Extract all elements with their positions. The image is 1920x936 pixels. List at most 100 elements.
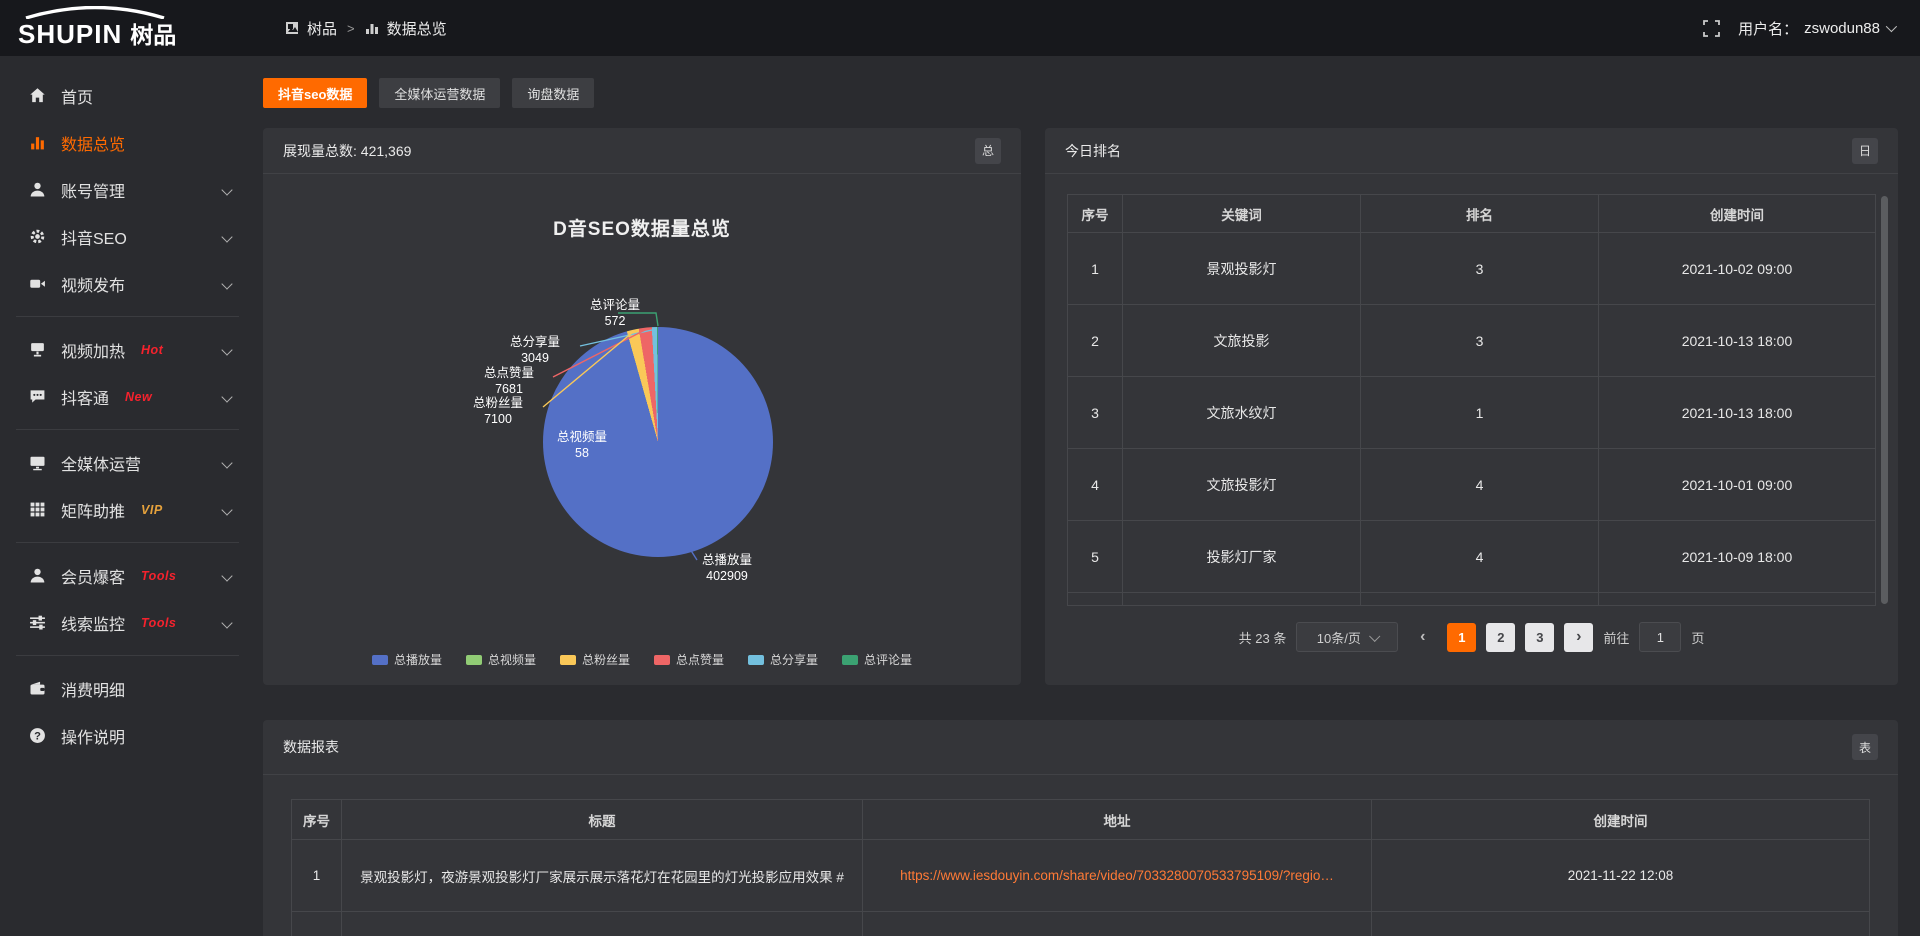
total-mode-button[interactable]: 总 — [975, 138, 1001, 164]
wallet-icon — [28, 680, 46, 698]
new-tag: New — [125, 390, 152, 404]
pagination-total: 共 23 条 — [1239, 628, 1287, 647]
user-menu[interactable]: 用户名： zswodun88 — [1738, 18, 1894, 39]
page-button-3[interactable]: 3 — [1525, 623, 1554, 652]
sidebar-item-home[interactable]: 首页 — [0, 72, 255, 119]
sidebar-item-label: 矩阵助推 — [61, 498, 125, 522]
sidebar-item-lead-monitor[interactable]: 线索监控 Tools — [0, 599, 255, 646]
table-scrollbar[interactable] — [1881, 196, 1888, 604]
page-button-2[interactable]: 2 — [1486, 623, 1515, 652]
legend-label: 总粉丝量 — [582, 651, 630, 668]
pie-label-videos: 总视频量58 — [540, 429, 624, 461]
pie-label-comments: 总评论量572 — [573, 297, 657, 329]
day-mode-button[interactable]: 日 — [1852, 138, 1878, 164]
report-title: 数据报表 — [283, 737, 339, 757]
tab-douyin-seo-data[interactable]: 抖音seo数据 — [263, 78, 367, 108]
table-mode-button[interactable]: 表 — [1852, 734, 1878, 760]
legend-swatch — [466, 655, 482, 665]
pagination: 共 23 条 10条/页 ‹ 1 2 3 › 前往 页 — [1045, 622, 1898, 652]
hot-tag: Hot — [141, 343, 163, 357]
vip-tag: VIP — [141, 503, 163, 517]
report-table: 序号 标题 地址 创建时间 1 景观投影灯，夜游景观投影灯厂家展示展示落花灯在花… — [291, 799, 1870, 936]
next-page-button[interactable]: › — [1564, 623, 1593, 652]
chart-card-header: 展现量总数: 421,369 总 — [263, 128, 1021, 174]
data-report-card: 数据报表 表 序号 标题 地址 创建时间 — [263, 720, 1898, 936]
breadcrumb-root-icon — [285, 21, 299, 35]
sliders-icon — [28, 614, 46, 632]
breadcrumb-root[interactable]: 树品 — [307, 18, 337, 39]
ranking-title: 今日排名 — [1065, 141, 1121, 161]
table-row: 3文旅水纹灯12021-10-13 18:00 — [1068, 377, 1876, 449]
sidebar-item-douyin-seo[interactable]: 抖音SEO — [0, 213, 255, 260]
prev-page-button[interactable]: ‹ — [1408, 623, 1437, 652]
table-row: 2文旅投影32021-10-13 18:00 — [1068, 305, 1876, 377]
legend-label: 总播放量 — [394, 651, 442, 668]
sidebar-item-media-operation[interactable]: 全媒体运营 — [0, 439, 255, 486]
help-icon: ? — [28, 727, 46, 745]
chevron-down-icon — [221, 457, 232, 468]
report-card-header: 数据报表 表 — [263, 720, 1898, 775]
table-header-row: 序号 关键词 排名 创建时间 — [1068, 195, 1876, 233]
table-row: 5投影灯厂家42021-10-09 18:00 — [1068, 521, 1876, 593]
table-row: 1景观投影灯32021-10-02 09:00 — [1068, 233, 1876, 305]
chevron-down-icon — [221, 570, 232, 581]
breadcrumb: 树品 > 数据总览 — [285, 18, 447, 39]
legend-item[interactable]: 总粉丝量 — [560, 651, 630, 668]
goto-page-input[interactable] — [1639, 622, 1681, 652]
sidebar-item-consumption-detail[interactable]: 消费明细 — [0, 665, 255, 712]
sidebar-item-video-heat[interactable]: 视频加热 Hot — [0, 326, 255, 373]
col-created: 创建时间 — [1599, 195, 1876, 233]
legend-item[interactable]: 总评论量 — [842, 651, 912, 668]
chevron-down-icon — [221, 504, 232, 515]
chevron-down-icon — [221, 617, 232, 628]
username: zswodun88 — [1804, 20, 1880, 37]
legend-swatch — [560, 655, 576, 665]
sidebar-item-account[interactable]: 账号管理 — [0, 166, 255, 213]
goto-suffix: 页 — [1691, 628, 1704, 647]
breadcrumb-current[interactable]: 数据总览 — [387, 18, 447, 39]
sidebar-item-label: 操作说明 — [61, 724, 125, 748]
chevron-down-icon — [1369, 631, 1380, 642]
sidebar-item-label: 账号管理 — [61, 178, 125, 202]
home-icon — [28, 87, 46, 105]
sidebar-item-video-publish[interactable]: 视频发布 — [0, 260, 255, 307]
user-dropdown-chevron-icon — [1886, 21, 1897, 32]
table-row: 4文旅投影灯42021-10-01 09:00 — [1068, 449, 1876, 521]
legend-item[interactable]: 总播放量 — [372, 651, 442, 668]
ranking-table: 序号 关键词 排名 创建时间 1景观投影灯32021-10-02 09:00 — [1067, 194, 1876, 606]
pie-label-shares: 总分享量3049 — [493, 334, 577, 366]
sidebar-item-doketong[interactable]: 抖客通 New — [0, 373, 255, 420]
sidebar-item-data-overview[interactable]: 数据总览 — [0, 119, 255, 166]
tab-media-operation-data[interactable]: 全媒体运营数据 — [379, 78, 500, 108]
chevron-down-icon — [221, 391, 232, 402]
tab-inquiry-data[interactable]: 询盘数据 — [512, 78, 594, 108]
legend-item[interactable]: 总分享量 — [748, 651, 818, 668]
legend-item[interactable]: 总视频量 — [466, 651, 536, 668]
chart-legend: 总播放量 总视频量 总粉丝量 总点赞量 总分享量 总评论量 — [263, 651, 1021, 668]
page-button-1[interactable]: 1 — [1447, 623, 1476, 652]
sidebar-item-member-baoke[interactable]: 会员爆客 Tools — [0, 552, 255, 599]
report-row-link[interactable]: https://www.iesdouyin.com/share/video/70… — [863, 840, 1372, 912]
sidebar-divider — [16, 542, 239, 543]
table-row-clipped — [1068, 593, 1876, 606]
breadcrumb-separator: > — [347, 21, 355, 36]
sidebar-item-instructions[interactable]: ? 操作说明 — [0, 712, 255, 759]
fullscreen-icon[interactable] — [1703, 20, 1720, 37]
screen-icon — [28, 341, 46, 359]
app-logo: SHUPIN 树品 — [0, 6, 255, 50]
username-label: 用户名： — [1738, 18, 1798, 39]
page-size-select[interactable]: 10条/页 — [1296, 622, 1398, 652]
gear-icon — [28, 228, 46, 246]
chat-icon — [28, 388, 46, 406]
col-title: 标题 — [342, 800, 863, 840]
goto-label: 前往 — [1603, 628, 1629, 647]
sidebar-divider — [16, 655, 239, 656]
pie-label-plays: 总播放量402909 — [685, 552, 769, 584]
legend-item[interactable]: 总点赞量 — [654, 651, 724, 668]
legend-label: 总评论量 — [864, 651, 912, 668]
legend-label: 总分享量 — [770, 651, 818, 668]
sidebar-item-matrix-boost[interactable]: 矩阵助推 VIP — [0, 486, 255, 533]
ranking-card-header: 今日排名 日 — [1045, 128, 1898, 174]
chevron-down-icon — [221, 344, 232, 355]
legend-swatch — [654, 655, 670, 665]
